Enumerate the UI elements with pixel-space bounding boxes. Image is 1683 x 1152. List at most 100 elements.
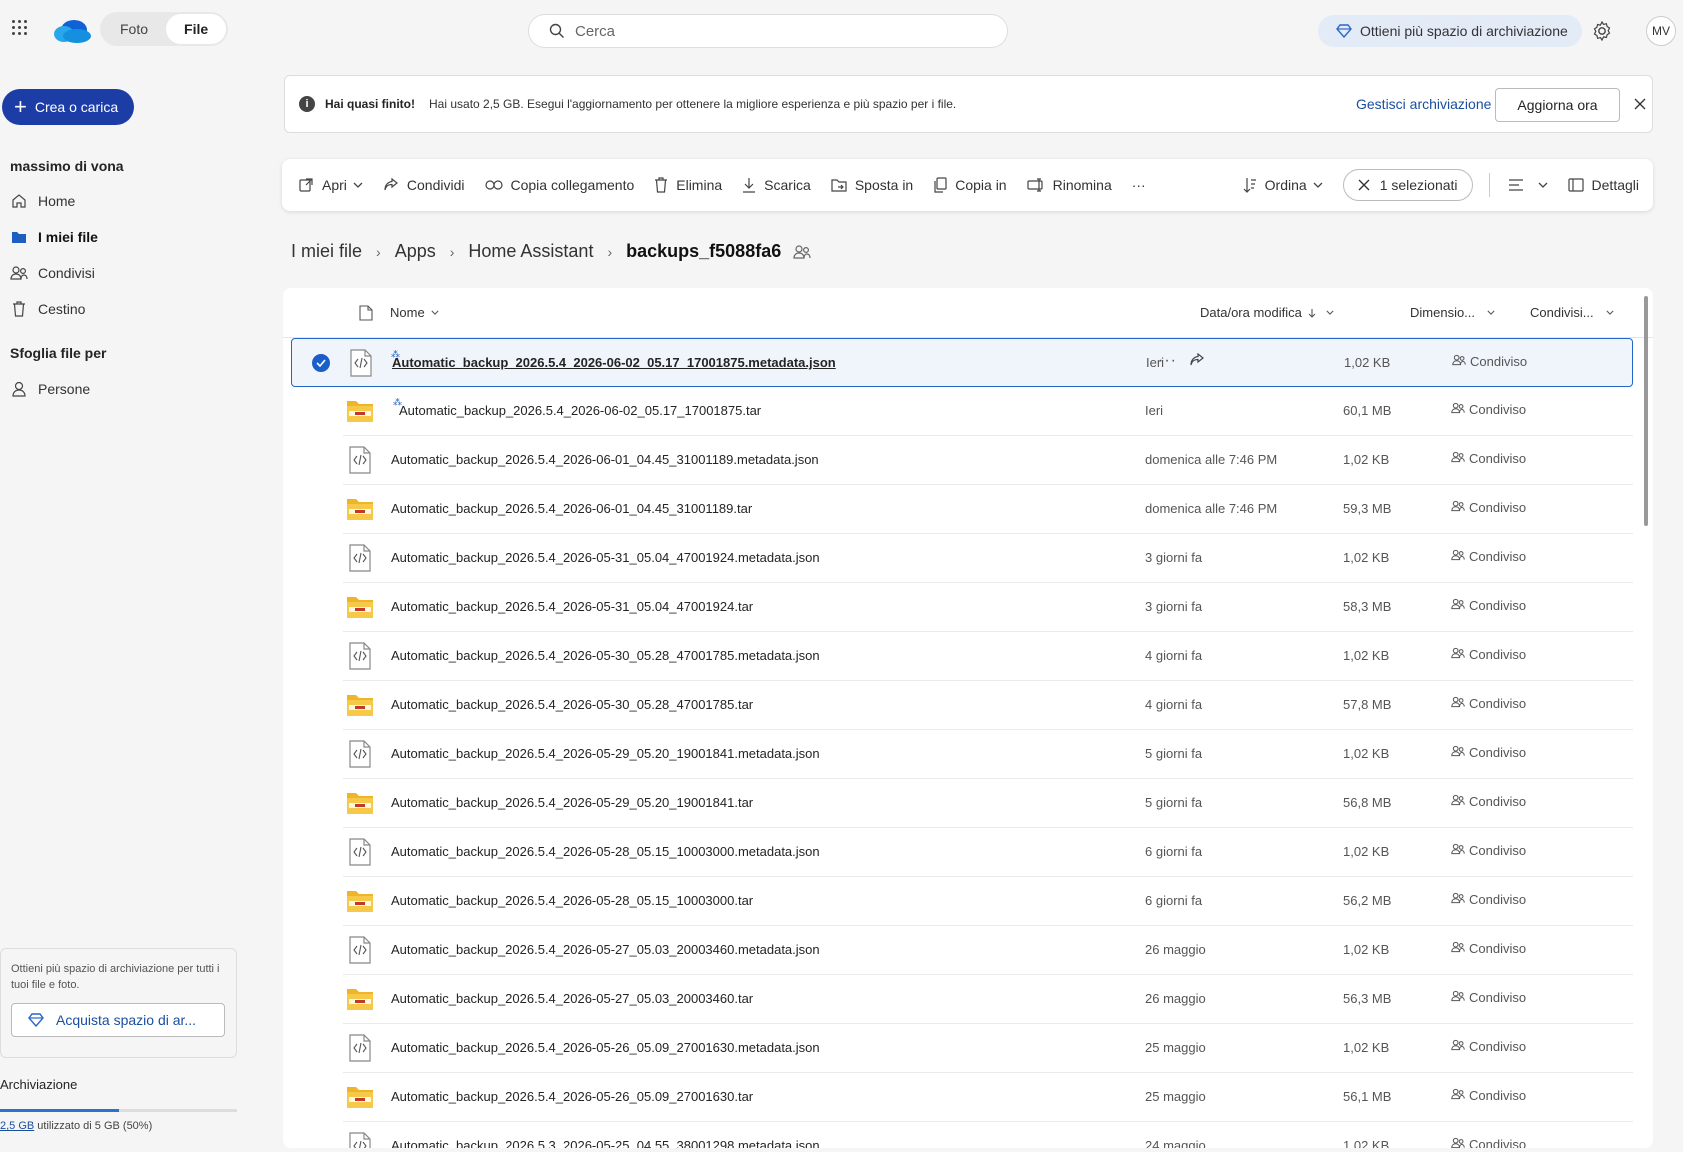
- file-sharing[interactable]: Condiviso: [1451, 696, 1526, 711]
- sidebar-item-shared[interactable]: Condivisi: [10, 258, 210, 288]
- table-row[interactable]: Automatic_backup_2026.5.4_2026-05-30_05.…: [343, 632, 1633, 681]
- file-sharing[interactable]: Condiviso: [1451, 990, 1526, 1005]
- file-name[interactable]: Automatic_backup_2026.5.4_2026-05-29_05.…: [391, 746, 820, 761]
- scrollbar[interactable]: [1644, 296, 1648, 526]
- rename-button[interactable]: Rinomina: [1026, 177, 1112, 193]
- file-sharing[interactable]: Condiviso: [1452, 354, 1527, 369]
- close-icon: [1358, 179, 1370, 191]
- table-row[interactable]: Automatic_backup_2026.5.4_2026-05-26_05.…: [343, 1073, 1633, 1122]
- file-name[interactable]: Automatic_backup_2026.5.4_2026-05-31_05.…: [391, 599, 753, 614]
- file-name[interactable]: Automatic_backup_2026.5.4_2026-05-26_05.…: [391, 1089, 753, 1104]
- tab-foto[interactable]: Foto: [102, 14, 166, 44]
- details-button[interactable]: Dettagli: [1567, 177, 1639, 193]
- buy-storage-button[interactable]: Acquista spazio di ar...: [11, 1003, 225, 1037]
- copy-link-button[interactable]: Copia collegamento: [484, 177, 634, 193]
- app-launcher-icon[interactable]: [12, 20, 28, 36]
- file-sharing[interactable]: Condiviso: [1451, 794, 1526, 809]
- create-upload-button[interactable]: + Crea o carica: [2, 89, 134, 125]
- file-name[interactable]: Automatic_backup_2026.5.4_2026-05-27_05.…: [391, 942, 820, 957]
- copy-to-button[interactable]: Copia in: [933, 177, 1007, 193]
- file-sharing[interactable]: Condiviso: [1451, 549, 1526, 564]
- sidebar-item-home[interactable]: Home: [10, 186, 210, 216]
- breadcrumb-item-apps[interactable]: Apps: [395, 241, 436, 262]
- file-sharing[interactable]: Condiviso: [1451, 1088, 1526, 1103]
- table-row[interactable]: ⁂ Automatic_backup_2026.5.4_2026-06-02_05…: [343, 387, 1633, 436]
- delete-button[interactable]: Elimina: [654, 177, 722, 193]
- table-row[interactable]: Automatic_backup_2026.5.4_2026-05-31_05.…: [343, 583, 1633, 632]
- archive-folder-icon: [346, 1083, 374, 1111]
- file-name[interactable]: Automatic_backup_2026.5.4_2026-05-31_05.…: [391, 550, 820, 565]
- open-button[interactable]: Apri: [298, 177, 363, 193]
- table-row[interactable]: Automatic_backup_2026.5.4_2026-05-27_05.…: [343, 926, 1633, 975]
- table-row[interactable]: Automatic_backup_2026.5.4_2026-05-31_05.…: [343, 534, 1633, 583]
- table-row[interactable]: Automatic_backup_2026.5.4_2026-06-01_04.…: [343, 485, 1633, 534]
- file-sharing[interactable]: Condiviso: [1451, 892, 1526, 907]
- file-name[interactable]: Automatic_backup_2026.5.4_2026-05-26_05.…: [391, 1040, 820, 1055]
- file-sharing[interactable]: Condiviso: [1451, 843, 1526, 858]
- shared-folder-icon[interactable]: [793, 244, 811, 259]
- file-name[interactable]: Automatic_backup_2026.5.4_2026-06-02_05.…: [399, 403, 761, 418]
- file-name[interactable]: Automatic_backup_2026.5.4_2026-06-02_05.…: [392, 355, 836, 370]
- table-row[interactable]: Automatic_backup_2026.5.4_2026-05-29_05.…: [343, 779, 1633, 828]
- table-row[interactable]: Automatic_backup_2026.5.4_2026-05-28_05.…: [343, 828, 1633, 877]
- sort-button[interactable]: Ordina: [1243, 177, 1323, 193]
- file-sharing[interactable]: Condiviso: [1451, 745, 1526, 760]
- checkmark-icon[interactable]: [312, 354, 330, 372]
- sidebar-item-people[interactable]: Persone: [10, 374, 210, 404]
- file-name[interactable]: Automatic_backup_2026.5.4_2026-05-28_05.…: [391, 844, 820, 859]
- column-header-size[interactable]: Dimensio...: [1410, 305, 1495, 320]
- close-icon[interactable]: [1629, 93, 1651, 115]
- upgrade-now-button[interactable]: Aggiorna ora: [1495, 88, 1620, 122]
- file-name[interactable]: Automatic_backup_2026.5.4_2026-05-27_05.…: [391, 991, 753, 1006]
- file-name[interactable]: Automatic_backup_2026.5.3_2026-05-25_04.…: [391, 1138, 820, 1148]
- file-sharing[interactable]: Condiviso: [1451, 598, 1526, 613]
- file-sharing[interactable]: Condiviso: [1451, 451, 1526, 466]
- command-bar: Apri Condividi Copia collegamento Elimin…: [282, 159, 1653, 211]
- share-icon[interactable]: [1189, 352, 1205, 370]
- avatar[interactable]: MV: [1646, 16, 1676, 46]
- file-sharing[interactable]: Condiviso: [1451, 402, 1526, 417]
- file-name[interactable]: Automatic_backup_2026.5.4_2026-05-28_05.…: [391, 893, 753, 908]
- file-name[interactable]: Automatic_backup_2026.5.4_2026-05-30_05.…: [391, 648, 820, 663]
- file-modified: 4 giorni fa: [1145, 697, 1203, 712]
- file-name[interactable]: Automatic_backup_2026.5.4_2026-05-30_05.…: [391, 697, 753, 712]
- breadcrumb-item-home-assistant[interactable]: Home Assistant: [468, 241, 593, 262]
- table-row[interactable]: Automatic_backup_2026.5.4_2026-05-27_05.…: [343, 975, 1633, 1024]
- gear-icon[interactable]: [1590, 19, 1614, 43]
- table-row[interactable]: Automatic_backup_2026.5.3_2026-05-25_04.…: [343, 1122, 1633, 1148]
- storage-used-link[interactable]: 2,5 GB: [0, 1120, 34, 1132]
- column-header-sharing-label: Condivisi...: [1530, 305, 1594, 320]
- file-name[interactable]: Automatic_backup_2026.5.4_2026-05-29_05.…: [391, 795, 753, 810]
- view-options-button[interactable]: [1508, 179, 1548, 191]
- table-row[interactable]: Automatic_backup_2026.5.4_2026-06-01_04.…: [343, 436, 1633, 485]
- table-row[interactable]: Automatic_backup_2026.5.4_2026-05-26_05.…: [343, 1024, 1633, 1073]
- table-row[interactable]: Automatic_backup_2026.5.4_2026-05-29_05.…: [343, 730, 1633, 779]
- onedrive-logo[interactable]: [52, 16, 92, 44]
- move-to-button[interactable]: Sposta in: [831, 177, 913, 193]
- sidebar-item-trash[interactable]: Cestino: [10, 294, 210, 324]
- table-row[interactable]: ⁂ Automatic_backup_2026.5.4_2026-06-02_05…: [291, 338, 1633, 387]
- search-input[interactable]: [575, 22, 1007, 40]
- tab-file[interactable]: File: [166, 14, 227, 44]
- file-sharing[interactable]: Condiviso: [1451, 647, 1526, 662]
- storage-promo-button[interactable]: Ottieni più spazio di archiviazione: [1318, 15, 1582, 47]
- file-sharing[interactable]: Condiviso: [1451, 941, 1526, 956]
- column-header-modified[interactable]: Data/ora modifica: [1200, 305, 1334, 320]
- breadcrumb-item-my-files[interactable]: I miei file: [291, 241, 362, 262]
- file-name[interactable]: Automatic_backup_2026.5.4_2026-06-01_04.…: [391, 501, 752, 516]
- table-row[interactable]: Automatic_backup_2026.5.4_2026-05-28_05.…: [343, 877, 1633, 926]
- file-sharing[interactable]: Condiviso: [1451, 1137, 1526, 1148]
- more-commands-button[interactable]: ···: [1132, 177, 1146, 193]
- file-sharing[interactable]: Condiviso: [1451, 500, 1526, 515]
- manage-storage-link[interactable]: Gestisci archiviazione: [1356, 96, 1491, 112]
- file-sharing[interactable]: Condiviso: [1451, 1039, 1526, 1054]
- sidebar-item-my-files[interactable]: I miei file: [10, 222, 210, 252]
- selection-pill[interactable]: 1 selezionati: [1342, 169, 1473, 201]
- share-button[interactable]: Condividi: [383, 177, 465, 193]
- column-header-sharing[interactable]: Condivisi...: [1530, 305, 1614, 320]
- download-button[interactable]: Scarica: [742, 177, 811, 193]
- column-header-name[interactable]: Nome: [390, 305, 439, 320]
- file-name[interactable]: Automatic_backup_2026.5.4_2026-06-01_04.…: [391, 452, 819, 467]
- table-row[interactable]: Automatic_backup_2026.5.4_2026-05-30_05.…: [343, 681, 1633, 730]
- file-modified: Ieri: [1146, 355, 1165, 370]
